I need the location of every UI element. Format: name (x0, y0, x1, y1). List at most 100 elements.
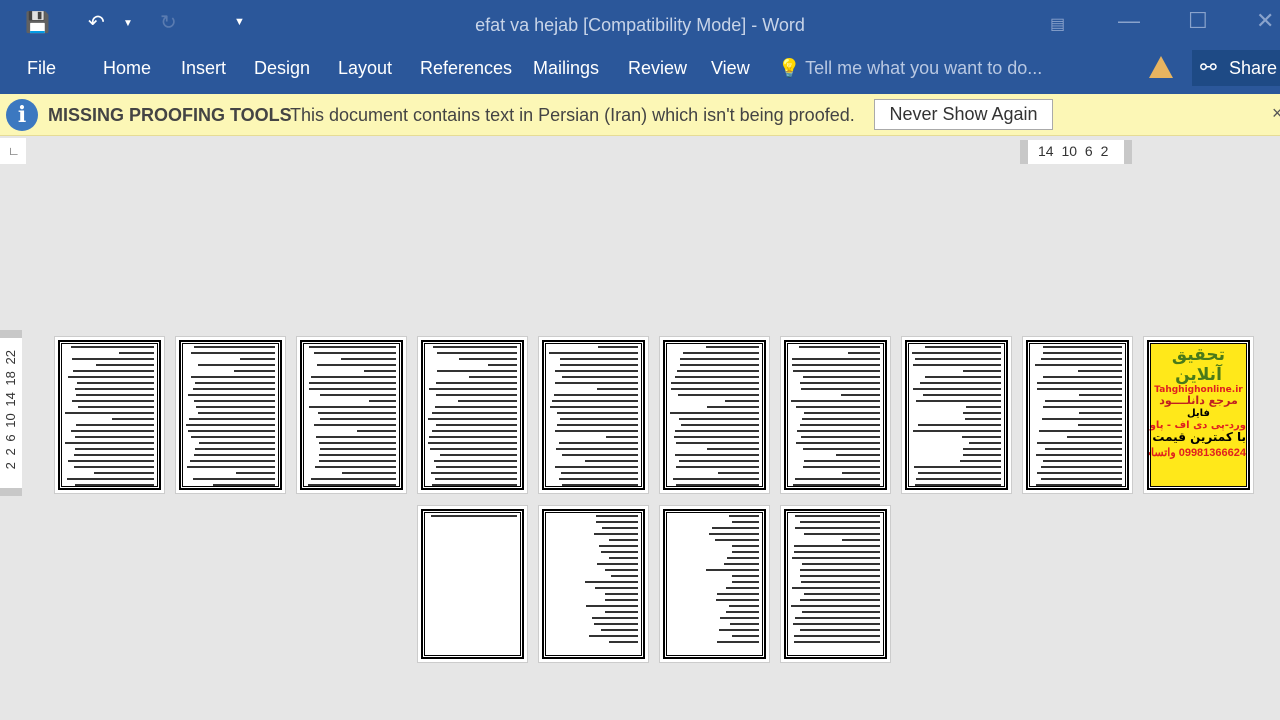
text-line (432, 346, 517, 348)
page-border (784, 509, 887, 659)
page-thumbnail[interactable] (1022, 336, 1133, 494)
text-line (1042, 418, 1122, 420)
text-line (913, 364, 1001, 366)
page-thumbnail[interactable] (780, 505, 891, 663)
text-line (194, 448, 275, 450)
ribbon-display-icon[interactable]: ▤ (1050, 14, 1065, 34)
tab-view[interactable]: View (711, 58, 750, 79)
minimize-icon[interactable]: — (1118, 8, 1140, 34)
page-border (58, 340, 161, 490)
text-line (73, 454, 154, 456)
text-line (718, 472, 759, 474)
text-line (309, 406, 396, 408)
tab-layout[interactable]: Layout (338, 58, 392, 79)
vertical-ruler[interactable]: 22 18 14 10 6 2 2 (0, 330, 22, 496)
text-line (68, 460, 154, 462)
ad-line: مرجع دانلــــود (1159, 394, 1238, 408)
page-thumbnail[interactable] (780, 336, 891, 494)
maximize-icon[interactable]: ☐ (1188, 8, 1208, 34)
page-border (179, 340, 282, 490)
text-line (196, 406, 275, 408)
text-line (803, 376, 880, 378)
text-line (75, 388, 154, 390)
page-thumbnail[interactable] (901, 336, 1012, 494)
never-show-again-button[interactable]: Never Show Again (874, 99, 1053, 130)
tab-selector[interactable]: ∟ (0, 138, 26, 164)
page-thumbnail[interactable]: تحقیق آنلاین Tahghighonline.ir مرجع دانل… (1143, 336, 1254, 494)
text-line (458, 358, 517, 360)
page-border: تحقیق آنلاین Tahghighonline.ir مرجع دانل… (1147, 340, 1250, 490)
text-line (801, 611, 880, 613)
text-line (801, 388, 880, 390)
text-line (111, 418, 154, 420)
tab-mailings[interactable]: Mailings (533, 58, 599, 79)
text-line (562, 376, 638, 378)
text-line (434, 406, 517, 408)
text-line (368, 400, 396, 402)
message-bar: i MISSING PROOFING TOOLS This document c… (0, 94, 1280, 136)
share-button[interactable]: ⚯ Share (1192, 50, 1280, 86)
tab-design[interactable]: Design (254, 58, 310, 79)
tab-home[interactable]: Home (103, 58, 151, 79)
text-line (731, 551, 759, 553)
page-thumbnail[interactable] (417, 336, 528, 494)
text-line (963, 370, 1001, 372)
message-title: MISSING PROOFING TOOLS (48, 105, 292, 125)
page-thumbnail[interactable] (54, 336, 165, 494)
ruler-numbers: 22 18 14 10 6 2 2 (3, 350, 18, 470)
tab-review[interactable]: Review (628, 58, 687, 79)
text-line (800, 424, 880, 426)
text-line (319, 394, 396, 396)
text-line (468, 376, 517, 378)
page-thumbnail[interactable] (417, 505, 528, 663)
page-thumbnail[interactable] (538, 336, 649, 494)
text-line (608, 641, 638, 643)
text-line (195, 382, 275, 384)
text-line (307, 484, 396, 486)
text-line (604, 593, 638, 595)
tab-insert[interactable]: Insert (181, 58, 226, 79)
text-line (75, 484, 154, 486)
text-line (1043, 376, 1122, 378)
close-message-icon[interactable]: × (1272, 103, 1280, 124)
tab-references[interactable]: References (420, 58, 512, 79)
text-line (192, 388, 275, 390)
page-border (905, 340, 1008, 490)
text-line (678, 460, 759, 462)
text-line (598, 346, 638, 348)
page-thumbnail[interactable] (659, 505, 770, 663)
page-thumbnail[interactable] (175, 336, 286, 494)
text-line (712, 527, 759, 529)
text-line (707, 448, 759, 450)
warning-icon[interactable] (1149, 56, 1173, 78)
text-line (240, 358, 275, 360)
tell-me-search[interactable]: 💡 Tell me what you want to do... (778, 58, 1042, 79)
text-line (314, 352, 396, 354)
text-line (604, 599, 638, 601)
text-line (436, 382, 517, 384)
tab-file[interactable]: File (27, 58, 56, 79)
text-line (316, 436, 396, 438)
text-line (432, 412, 517, 414)
text-line (71, 430, 154, 432)
text-line (674, 376, 759, 378)
text-line (597, 388, 638, 390)
page-thumbnail[interactable] (659, 336, 770, 494)
text-line (912, 352, 1001, 354)
page-thumbnail[interactable] (296, 336, 407, 494)
text-line (731, 575, 759, 577)
text-line (552, 400, 638, 402)
page-thumbnail[interactable] (538, 505, 649, 663)
text-line (795, 442, 880, 444)
text-line (1043, 460, 1122, 462)
text-line (802, 563, 880, 565)
text-line (1042, 406, 1122, 408)
text-line (319, 418, 396, 420)
close-icon[interactable]: ✕ (1256, 8, 1274, 34)
text-line (965, 418, 1001, 420)
text-line (802, 418, 880, 420)
text-line (440, 454, 517, 456)
text-line (804, 593, 880, 595)
text-line (804, 460, 880, 462)
horizontal-ruler[interactable]: 14 10 6 2 (1020, 140, 1132, 164)
